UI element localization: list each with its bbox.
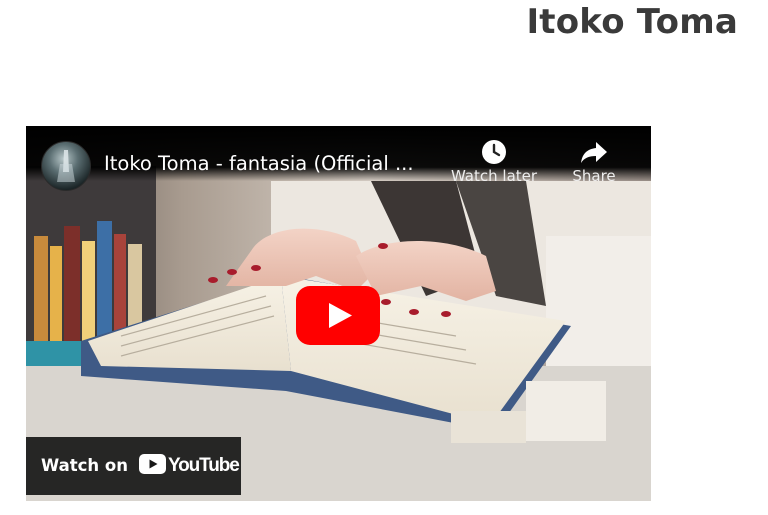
video-title[interactable]: Itoko Toma - fantasia (Official ... bbox=[104, 152, 414, 175]
youtube-logo-icon bbox=[139, 454, 166, 474]
share-arrow-icon bbox=[581, 142, 607, 163]
watch-later-button[interactable]: Watch later bbox=[446, 138, 542, 185]
share-button[interactable]: Share bbox=[546, 138, 642, 185]
youtube-wordmark: YouTube bbox=[168, 455, 240, 476]
channel-avatar-image bbox=[57, 150, 75, 182]
avatar[interactable] bbox=[41, 141, 91, 191]
watch-on-youtube-button[interactable]: Watch on YouTube bbox=[26, 437, 241, 495]
clock-icon bbox=[482, 140, 506, 164]
watch-on-label: Watch on bbox=[41, 456, 128, 475]
watch-later-label: Watch later bbox=[450, 167, 538, 185]
share-label: Share bbox=[572, 167, 616, 185]
page-title: Itoko Toma bbox=[526, 2, 738, 42]
youtube-embed-player[interactable]: Itoko Toma - fantasia (Official ... Watc… bbox=[26, 126, 651, 501]
play-button[interactable] bbox=[296, 286, 380, 345]
